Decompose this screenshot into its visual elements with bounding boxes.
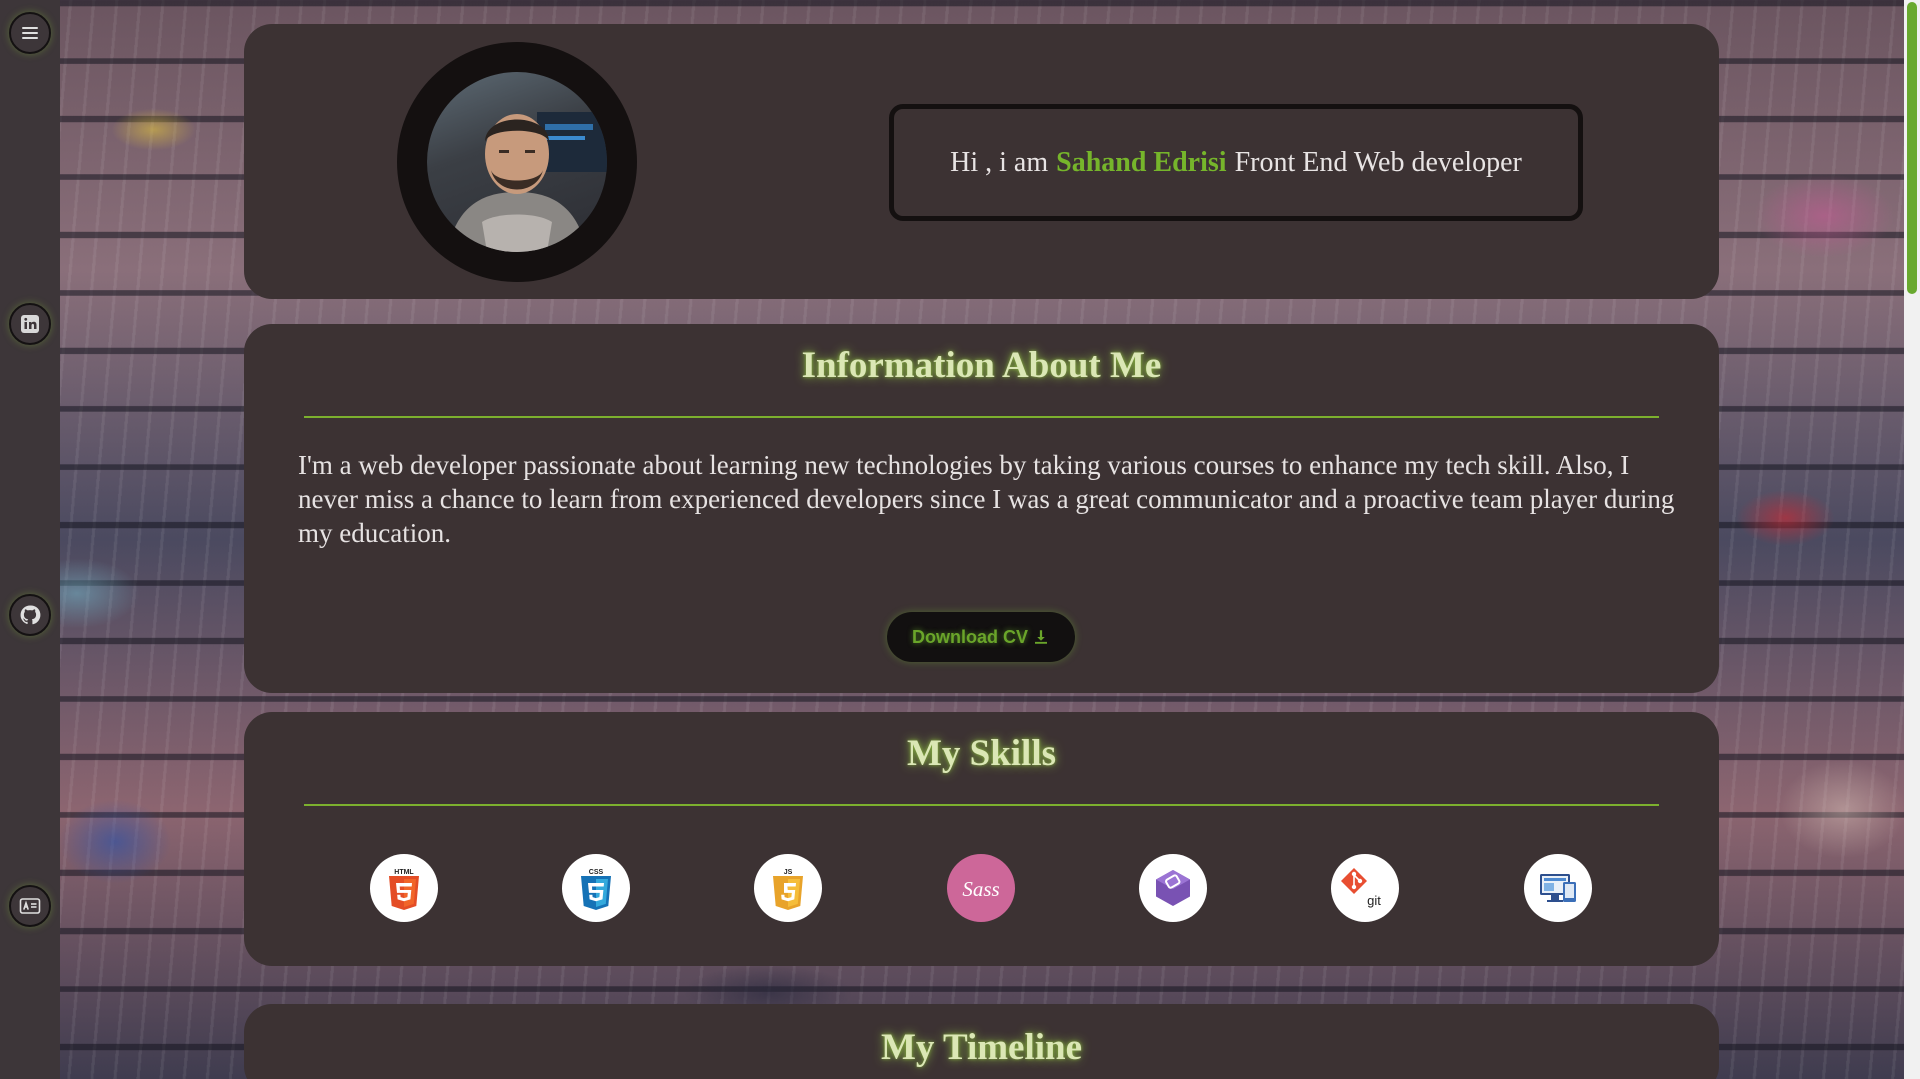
avatar (427, 72, 607, 252)
github-icon (20, 605, 41, 625)
svg-text:HTML: HTML (394, 869, 414, 876)
download-icon (1035, 630, 1047, 644)
hamburger-menu-icon (22, 27, 38, 39)
sass-icon: Sass (962, 877, 999, 901)
skill-git: git (1331, 854, 1399, 922)
responsive-design-icon (1540, 874, 1576, 902)
skill-javascript: JS (754, 854, 822, 922)
about-title: Information About Me (801, 345, 1162, 386)
greeting-box: Hi , i am Sahand Edrisi Front End Web de… (889, 104, 1583, 221)
contact-card-button[interactable] (9, 885, 51, 927)
svg-text:JS: JS (784, 869, 793, 876)
about-text: I'm a web developer passionate about lea… (298, 450, 1675, 548)
git-icon: git (1341, 868, 1381, 908)
developer-name: Sahand Edrisi (1056, 146, 1227, 178)
javascript-icon: JS (773, 869, 803, 910)
timeline-title: My Timeline (880, 1027, 1083, 1068)
profile-photo (447, 112, 607, 252)
skills-card: My Skills HTML CSS JS Sass git (244, 712, 1719, 966)
avatar-frame (397, 42, 637, 282)
skill-css: CSS (562, 854, 630, 922)
svg-text:CSS: CSS (589, 869, 604, 876)
about-divider (304, 416, 1659, 418)
svg-text:git: git (1367, 893, 1381, 908)
html5-icon: HTML (389, 869, 419, 910)
svg-text:Sass: Sass (962, 877, 999, 901)
css3-icon: CSS (581, 869, 611, 910)
skills-list: HTML CSS JS Sass git (244, 854, 1719, 924)
linkedin-icon (21, 315, 39, 333)
scrollbar-thumb[interactable] (1907, 2, 1917, 294)
hero-card: Hi , i am Sahand Edrisi Front End Web de… (244, 24, 1719, 299)
bootstrap-icon (1148, 863, 1198, 913)
timeline-card: My Timeline (244, 1004, 1719, 1079)
page-scrollbar[interactable] (1904, 0, 1920, 1079)
download-cv-button[interactable]: Download CV (887, 612, 1075, 662)
sidebar (0, 0, 60, 1079)
about-card: Information About Me I'm a web developer… (244, 324, 1719, 693)
skills-title: My Skills (906, 733, 1057, 774)
skill-html: HTML (370, 854, 438, 922)
skill-bootstrap (1139, 854, 1207, 922)
menu-button[interactable] (9, 12, 51, 54)
greeting-role: Front End Web developer (1234, 146, 1522, 178)
skills-divider (304, 804, 1659, 806)
github-button[interactable] (9, 594, 51, 636)
greeting-prefix: Hi , i am (950, 146, 1049, 178)
linkedin-button[interactable] (9, 303, 51, 345)
contact-card-icon (19, 898, 41, 914)
download-cv-label: Download CV (912, 626, 1028, 647)
skill-sass: Sass (947, 854, 1015, 922)
skill-responsive-design (1524, 854, 1592, 922)
